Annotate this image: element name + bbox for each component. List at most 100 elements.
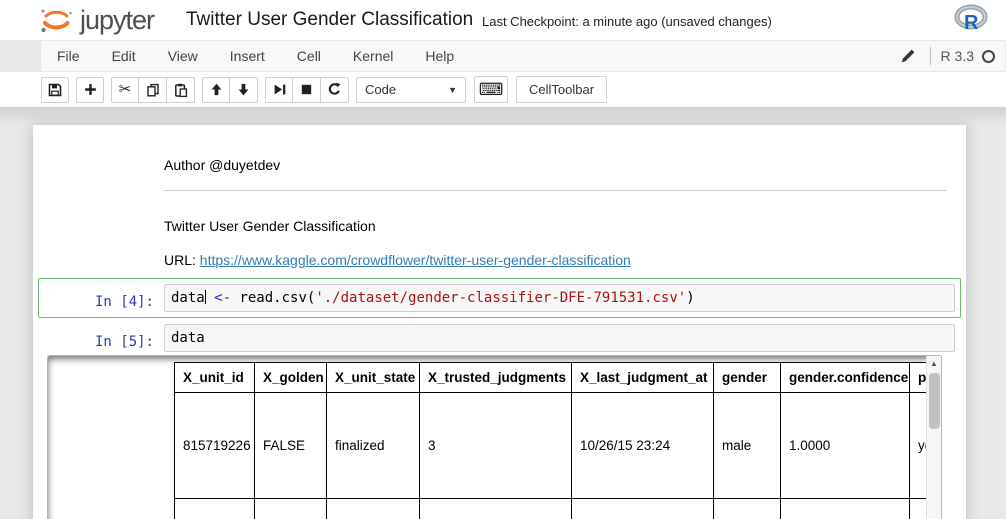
kernel-name-label: R 3.3	[941, 48, 974, 64]
cell-type-dropdown[interactable]: Code ▼	[356, 77, 466, 103]
table-cell	[572, 499, 714, 519]
menu-item-edit[interactable]: Edit	[96, 41, 152, 71]
cut-icon: ✂	[119, 82, 132, 97]
table-cell	[714, 499, 781, 519]
jupyter-notebook-app: jupyter Twitter User Gender Classificati…	[0, 0, 1006, 519]
header: jupyter Twitter User Gender Classificati…	[0, 0, 1006, 40]
stop-icon	[299, 82, 314, 97]
url-line: URL: https://www.kaggle.com/crowdflower/…	[164, 252, 947, 268]
kaggle-link[interactable]: https://www.kaggle.com/crowdflower/twitt…	[200, 252, 631, 268]
table-header-cell: gender	[714, 363, 781, 393]
markdown-content: Author @duyetdev	[164, 147, 955, 196]
table-cell	[781, 499, 910, 519]
dataframe-output: X_unit_idX_goldenX_unit_stateX_trusted_j…	[168, 356, 941, 519]
restart-icon	[327, 82, 342, 97]
run-cell-button[interactable]	[265, 77, 293, 103]
move-cell-down-button[interactable]	[230, 77, 258, 103]
menu-item-help[interactable]: Help	[409, 41, 470, 71]
output-prompt	[48, 356, 168, 519]
cell-prompt	[44, 147, 164, 196]
menu-item-file[interactable]: File	[41, 41, 96, 71]
scrollbar-up-arrow-icon[interactable]: ▲	[927, 356, 941, 370]
table-cell: 10/26/15 23:24	[572, 393, 714, 499]
paste-icon	[173, 82, 189, 98]
page-top-shadow	[0, 107, 1006, 125]
chevron-down-icon: ▼	[448, 85, 457, 95]
input-prompt: In [5]:	[44, 324, 164, 352]
menu-item-kernel[interactable]: Kernel	[337, 41, 409, 71]
checkpoint-status: Last Checkpoint: a minute ago (unsaved c…	[482, 14, 772, 29]
table-body: 815719226FALSEfinalized310/26/15 23:24ma…	[175, 393, 942, 519]
jupyter-logo[interactable]: jupyter	[36, 2, 154, 38]
table-cell: 3	[420, 393, 572, 499]
run-icon	[272, 82, 287, 97]
table-cell	[327, 499, 420, 519]
divider	[930, 47, 931, 65]
url-label: URL:	[164, 252, 200, 268]
scrollbar-thumb[interactable]	[929, 373, 940, 429]
pencil-icon	[900, 48, 916, 64]
toolbar: ✂	[0, 72, 1006, 107]
markdown-cell-title[interactable]: Twitter User Gender Classification URL: …	[38, 202, 961, 274]
cut-cell-button[interactable]: ✂	[111, 77, 139, 103]
output-scroll-area[interactable]: X_unit_idX_goldenX_unit_stateX_trusted_j…	[47, 355, 942, 519]
table-cell: male	[714, 393, 781, 499]
menu-item-cell[interactable]: Cell	[281, 41, 337, 71]
add-cell-icon	[83, 82, 98, 97]
code-cell-in4[interactable]: In [4]: data <- read.csv('./dataset/gend…	[38, 278, 961, 318]
kernel-busy-indicator-icon	[982, 50, 995, 63]
code-input[interactable]: data <- read.csv('./dataset/gender-class…	[164, 284, 955, 312]
title-text: Twitter User Gender Classification	[164, 218, 947, 234]
notebook-container: Author @duyetdev Twitter User Gender Cla…	[33, 125, 966, 519]
command-palette-button[interactable]: ⌨	[474, 76, 508, 103]
move-down-icon	[236, 82, 251, 97]
notebook-title[interactable]: Twitter User Gender Classification	[186, 9, 473, 31]
table-header-row: X_unit_idX_goldenX_unit_stateX_trusted_j…	[175, 363, 942, 393]
table-cell: finalized	[327, 393, 420, 499]
code-input[interactable]: data	[164, 324, 955, 352]
svg-text:R: R	[964, 12, 979, 34]
add-cell-button[interactable]	[76, 77, 104, 103]
table-row	[175, 499, 942, 519]
cell-type-value: Code	[365, 82, 396, 97]
restart-kernel-button[interactable]	[321, 77, 349, 103]
table-cell	[255, 499, 327, 519]
horizontal-rule	[164, 190, 947, 191]
table-row: 815719226FALSEfinalized310/26/15 23:24ma…	[175, 393, 942, 499]
table-header-cell: X_last_judgment_at	[572, 363, 714, 393]
table-cell	[175, 499, 255, 519]
keyboard-icon: ⌨	[479, 81, 504, 98]
copy-icon	[145, 82, 161, 98]
table-cell	[420, 499, 572, 519]
table-cell: 815719226	[175, 393, 255, 499]
menubar-right: R 3.3	[900, 47, 1005, 65]
menu-item-insert[interactable]: Insert	[214, 41, 281, 71]
markdown-cell-author[interactable]: Author @duyetdev	[38, 141, 961, 202]
table-header-cell: X_golden	[255, 363, 327, 393]
celltoolbar-button[interactable]: CellToolbar	[516, 76, 607, 103]
output-scrollbar[interactable]: ▲	[926, 356, 941, 519]
interrupt-kernel-button[interactable]	[293, 77, 321, 103]
save-button[interactable]	[41, 77, 69, 103]
celltoolbar-label: CellToolbar	[529, 82, 594, 97]
jupyter-wordmark: jupyter	[80, 5, 154, 36]
code-cell-in5[interactable]: In [5]: data	[38, 318, 961, 353]
jupyter-planet-icon	[36, 2, 76, 38]
menubar: FileEditViewInsertCellKernelHelp R 3.3	[40, 40, 1006, 72]
menu-item-view[interactable]: View	[152, 41, 214, 71]
table-cell: FALSE	[255, 393, 327, 499]
table-cell: 1.0000	[781, 393, 910, 499]
copy-cell-button[interactable]	[139, 77, 167, 103]
table-header-cell: gender.confidence	[781, 363, 910, 393]
cell-prompt	[44, 208, 164, 268]
r-kernel-logo-icon: R	[954, 4, 988, 34]
move-up-icon	[209, 82, 224, 97]
table-header-cell: X_unit_state	[327, 363, 420, 393]
table-header-cell: X_unit_id	[175, 363, 255, 393]
paste-cell-button[interactable]	[167, 77, 195, 103]
dataframe-table: X_unit_idX_goldenX_unit_stateX_trusted_j…	[174, 362, 941, 519]
save-icon	[47, 82, 63, 98]
table-header-cell: X_trusted_judgments	[420, 363, 572, 393]
move-cell-up-button[interactable]	[202, 77, 230, 103]
markdown-content: Twitter User Gender Classification URL: …	[164, 208, 955, 268]
